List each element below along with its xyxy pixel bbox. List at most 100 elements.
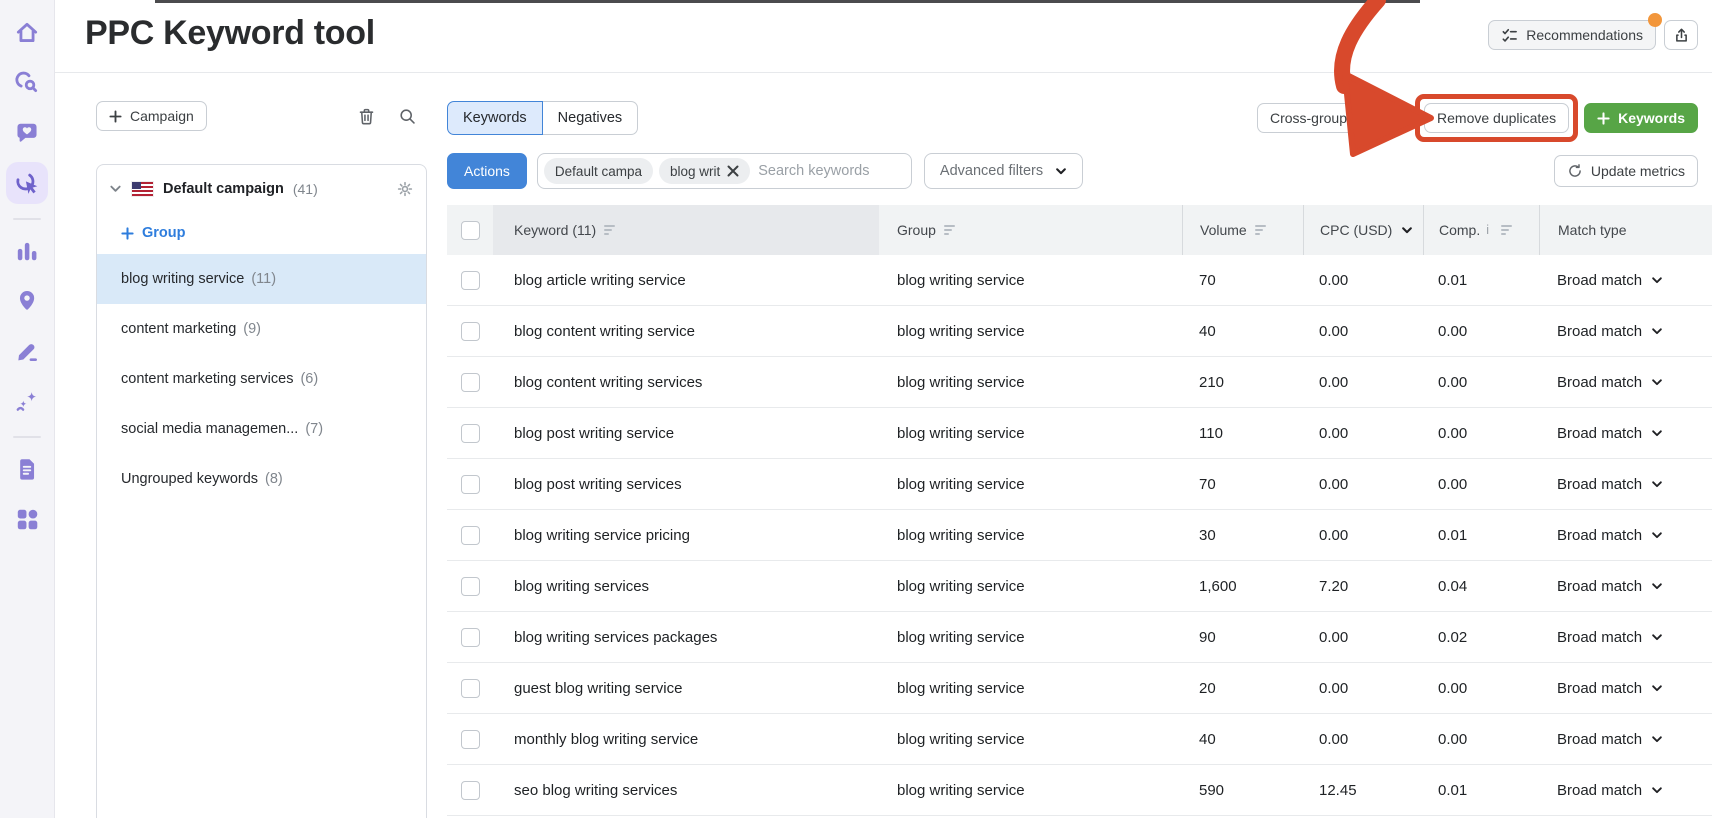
- cell-group: blog writing service: [897, 526, 1025, 544]
- rail-divider: [13, 436, 41, 438]
- update-metrics-button[interactable]: Update metrics: [1553, 155, 1698, 187]
- cross-group-negatives-button[interactable]: Cross-group negativ: [1256, 103, 1410, 133]
- match-type-dropdown[interactable]: Broad match: [1539, 612, 1712, 662]
- match-type-dropdown[interactable]: Broad match: [1539, 663, 1712, 713]
- apps-grid-icon[interactable]: [6, 498, 48, 540]
- column-header-keyword[interactable]: Keyword (11): [493, 205, 879, 255]
- column-header-volume[interactable]: Volume: [1182, 205, 1303, 255]
- cell-keyword: monthly blog writing service: [514, 730, 699, 748]
- close-icon[interactable]: [727, 165, 739, 177]
- match-type-dropdown[interactable]: Broad match: [1539, 255, 1712, 305]
- table-row: blog writing services packages blog writ…: [447, 612, 1712, 663]
- engagement-heart-bubble-icon[interactable]: [6, 112, 48, 154]
- table-row: blog post writing services blog writing …: [447, 459, 1712, 510]
- plus-icon: [109, 109, 122, 123]
- cell-volume: 20: [1199, 679, 1216, 697]
- match-type-dropdown[interactable]: Broad match: [1539, 357, 1712, 407]
- cell-keyword: guest blog writing service: [514, 679, 683, 697]
- location-pin-icon[interactable]: [6, 280, 48, 322]
- cell-keyword: blog content writing services: [514, 373, 703, 391]
- chevron-down-icon: [1652, 379, 1662, 386]
- tab-keywords[interactable]: Keywords: [447, 101, 543, 135]
- match-type-dropdown[interactable]: Broad match: [1539, 510, 1712, 560]
- add-campaign-button[interactable]: Campaign: [96, 101, 207, 131]
- chevron-down-icon: [1652, 532, 1662, 539]
- row-checkbox[interactable]: [460, 525, 480, 545]
- row-checkbox[interactable]: [460, 474, 480, 494]
- cell-volume: 210: [1199, 373, 1225, 391]
- actions-button[interactable]: Actions: [447, 153, 527, 189]
- home-icon[interactable]: [6, 12, 48, 54]
- table-row: blog writing service pricing blog writin…: [447, 510, 1712, 561]
- checklist-icon: [1502, 28, 1518, 42]
- group-list-item[interactable]: social media managemen... (7): [97, 404, 426, 454]
- reports-document-icon[interactable]: [6, 448, 48, 490]
- group-list-item[interactable]: content marketing (9): [97, 304, 426, 354]
- bar-chart-icon[interactable]: [6, 230, 48, 272]
- row-checkbox[interactable]: [460, 780, 480, 800]
- filter-chip-query[interactable]: blog writ: [658, 158, 751, 184]
- campaign-name: Default campaign: [163, 180, 284, 197]
- research-icon[interactable]: [6, 62, 48, 104]
- cell-comp: 0.00: [1438, 373, 1468, 391]
- cell-volume: 70: [1199, 475, 1216, 493]
- content-pencil-icon[interactable]: [6, 330, 48, 372]
- gear-icon[interactable]: [396, 180, 414, 198]
- cell-cpc: 0.00: [1319, 475, 1349, 493]
- filter-chip-campaign[interactable]: Default campa: [543, 158, 653, 184]
- remove-duplicates-button[interactable]: Remove duplicates: [1424, 103, 1570, 133]
- row-checkbox[interactable]: [460, 423, 480, 443]
- add-keywords-button[interactable]: Keywords: [1584, 103, 1698, 133]
- column-header-group[interactable]: Group: [879, 205, 1182, 255]
- export-button[interactable]: [1664, 20, 1698, 50]
- delete-campaign-button[interactable]: [357, 107, 376, 126]
- match-type-dropdown[interactable]: Broad match: [1539, 714, 1712, 764]
- row-checkbox[interactable]: [460, 576, 480, 596]
- advanced-filters-button[interactable]: Advanced filters: [923, 153, 1084, 189]
- match-type-dropdown[interactable]: Broad match: [1539, 459, 1712, 509]
- row-checkbox[interactable]: [460, 627, 480, 647]
- column-header-comp[interactable]: Comp. i: [1423, 205, 1539, 255]
- add-group-button[interactable]: Group: [97, 212, 426, 254]
- column-header-cpc[interactable]: CPC (USD): [1303, 205, 1423, 255]
- recommendations-button[interactable]: Recommendations: [1488, 20, 1656, 50]
- cell-volume: 30: [1199, 526, 1216, 544]
- cell-keyword: blog writing services: [514, 577, 650, 595]
- table-row: blog content writing service blog writin…: [447, 306, 1712, 357]
- row-checkbox[interactable]: [460, 678, 480, 698]
- match-type-dropdown[interactable]: Broad match: [1539, 561, 1712, 611]
- match-type-dropdown[interactable]: Broad match: [1539, 408, 1712, 458]
- group-list-item[interactable]: blog writing service (11): [97, 254, 426, 304]
- search-groups-button[interactable]: [398, 107, 417, 126]
- tab-negatives[interactable]: Negatives: [542, 101, 639, 135]
- row-checkbox[interactable]: [460, 372, 480, 392]
- chevron-down-icon: [1652, 481, 1662, 488]
- row-checkbox[interactable]: [460, 270, 480, 290]
- cell-group: blog writing service: [897, 475, 1025, 493]
- row-checkbox[interactable]: [460, 729, 480, 749]
- refresh-icon: [1569, 164, 1581, 177]
- ppc-click-target-icon[interactable]: [6, 162, 48, 204]
- cell-group: blog writing service: [897, 781, 1025, 799]
- match-type-dropdown[interactable]: Broad match: [1539, 765, 1712, 815]
- group-list-item[interactable]: Ungrouped keywords (8): [97, 454, 426, 504]
- campaign-header[interactable]: Default campaign (41): [97, 165, 426, 212]
- cell-cpc: 0.00: [1319, 322, 1349, 340]
- table-row: guest blog writing service blog writing …: [447, 663, 1712, 714]
- cell-cpc: 0.00: [1319, 679, 1349, 697]
- table-body: blog article writing service blog writin…: [447, 255, 1712, 816]
- ai-sparkles-icon[interactable]: [6, 380, 48, 422]
- group-list-item[interactable]: content marketing services (6): [97, 354, 426, 404]
- table-row: blog post writing service blog writing s…: [447, 408, 1712, 459]
- search-keywords-input[interactable]: [756, 162, 901, 180]
- table-header: Keyword (11) Group Volume CPC (USD) Comp…: [447, 205, 1712, 255]
- cell-cpc: 0.00: [1319, 271, 1349, 289]
- select-all-checkbox[interactable]: [460, 220, 480, 240]
- row-checkbox[interactable]: [460, 321, 480, 341]
- cell-group: blog writing service: [897, 730, 1025, 748]
- keyword-search-box[interactable]: Default campa blog writ: [536, 153, 912, 189]
- chevron-down-icon[interactable]: [109, 182, 122, 195]
- cell-keyword: blog writing services packages: [514, 628, 718, 646]
- cell-cpc: 0.00: [1319, 424, 1349, 442]
- match-type-dropdown[interactable]: Broad match: [1539, 306, 1712, 356]
